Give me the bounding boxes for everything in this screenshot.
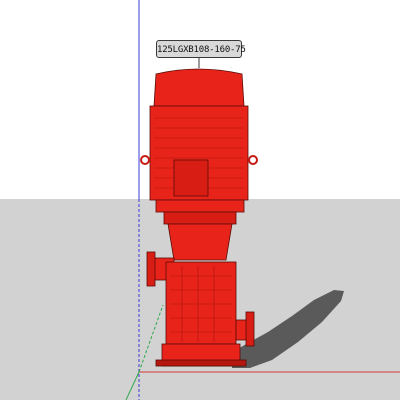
base-foot (155, 359, 247, 367)
motor-flange (155, 199, 245, 213)
modeling-viewport[interactable]: 125LGXB108-160-75 (0, 0, 400, 400)
model-label-text: 125LGXB108-160-75 (157, 45, 246, 55)
pump-neck (167, 223, 233, 261)
terminal-box (173, 159, 209, 197)
suction-flange (245, 311, 255, 347)
discharge-flange (146, 251, 156, 287)
model-label-tag[interactable]: 125LGXB108-160-75 (156, 40, 246, 58)
scene-canvas[interactable] (0, 0, 400, 400)
coupling-guard (163, 211, 237, 225)
motor-top-cap (153, 68, 245, 107)
